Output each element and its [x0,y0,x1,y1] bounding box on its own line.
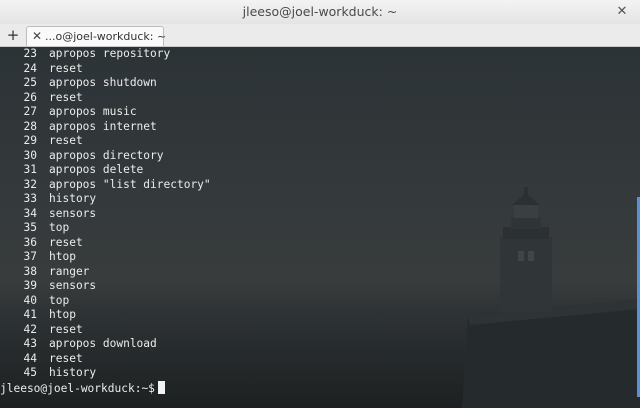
history-number: 23 [23,47,37,60]
history-command: apropos "list directory" [49,177,211,191]
history-line: 30 apropos directory [0,149,640,164]
history-line: 23 apropos repository [0,47,640,62]
tab-bar: + ✕ ...o@joel-workduck: ~ [0,24,640,47]
history-line: 25 apropos shutdown [0,76,640,91]
history-line: 27 apropos music [0,105,640,120]
history-number: 27 [23,105,37,118]
title-bar[interactable]: jleeso@joel-workduck: ~ ✕ [0,0,640,25]
history-command: apropos internet [49,119,157,133]
history-command: apropos directory [49,148,164,162]
history-command: apropos shutdown [49,76,157,89]
new-tab-plus-icon[interactable]: + [4,25,22,45]
history-number: 26 [23,90,37,104]
history-command: htop [49,250,76,263]
history-number: 25 [23,76,37,89]
history-line: 43 apropos download [0,337,640,352]
history-command: htop [49,308,76,321]
history-command: reset [49,134,83,147]
history-command: reset [49,351,83,365]
history-number: 31 [23,163,37,176]
history-line: 35 top [0,221,640,236]
history-line: 24 reset [0,62,640,77]
history-command: ranger [49,264,90,278]
history-line: 44 reset [0,352,640,367]
history-number: 34 [23,206,37,220]
history-command: reset [49,61,83,75]
history-number: 30 [23,148,37,162]
history-command: reset [49,235,83,249]
history-line: 37 htop [0,250,640,265]
window-close-icon[interactable]: ✕ [612,2,632,22]
history-number: 33 [23,192,37,205]
history-command: reset [49,90,83,104]
history-line: 26 reset [0,91,640,106]
text-cursor [157,380,165,394]
history-number: 42 [23,322,37,336]
history-command: apropos music [49,105,137,118]
history-number: 40 [23,293,37,307]
tab-terminal[interactable]: ✕ ...o@joel-workduck: ~ [26,26,167,46]
history-line: 33 history [0,192,640,207]
history-line: 40 top [0,294,640,309]
history-line: 39 sensors [0,279,640,294]
history-command: apropos delete [49,163,144,176]
tab-close-icon[interactable]: ✕ [32,27,44,46]
terminal-window: jleeso@joel-workduck: ~ ✕ + ✕ ...o@joel-… [0,0,640,408]
history-number: 35 [23,221,37,234]
history-command: history [49,366,97,379]
history-number: 28 [23,119,37,133]
history-line: 29 reset [0,134,640,149]
history-command: top [49,293,70,307]
history-line: 45 history [0,366,640,381]
history-command: sensors [49,279,97,292]
history-line: 36 reset [0,236,640,251]
history-line: 32 apropos "list directory" [0,178,640,193]
terminal-area[interactable]: 23 apropos repository 24 reset 25 apropos shu… [0,47,640,408]
history-line: 41 htop [0,308,640,323]
terminal-output: 23 apropos repository 24 reset 25 apropos shu… [0,47,640,396]
history-line: 42 reset [0,323,640,338]
history-line: 34 sensors [0,207,640,222]
history-command: history [49,192,97,205]
history-number: 45 [23,366,37,379]
history-command: top [49,221,70,234]
history-number: 36 [23,235,37,249]
history-number: 41 [23,308,37,321]
prompt-line[interactable]: jleeso@joel-workduck:~$ [0,380,640,396]
tab-label: ...o@joel-workduck: ~ [45,30,167,43]
history-command: apropos repository [49,47,171,60]
history-number: 32 [23,177,37,191]
history-command: apropos download [49,337,157,350]
history-line: 38 ranger [0,265,640,280]
history-number: 43 [23,337,37,350]
history-line: 31 apropos delete [0,163,640,178]
history-number: 44 [23,351,37,365]
history-number: 39 [23,279,37,292]
window-title: jleeso@joel-workduck: ~ [242,4,398,19]
history-number: 37 [23,250,37,263]
history-number: 24 [23,61,37,75]
history-command: sensors [49,206,97,220]
history-number: 38 [23,264,37,278]
history-command: reset [49,322,83,336]
history-line: 28 apropos internet [0,120,640,135]
shell-prompt: jleeso@joel-workduck:~$ [0,381,155,395]
history-number: 29 [23,134,37,147]
